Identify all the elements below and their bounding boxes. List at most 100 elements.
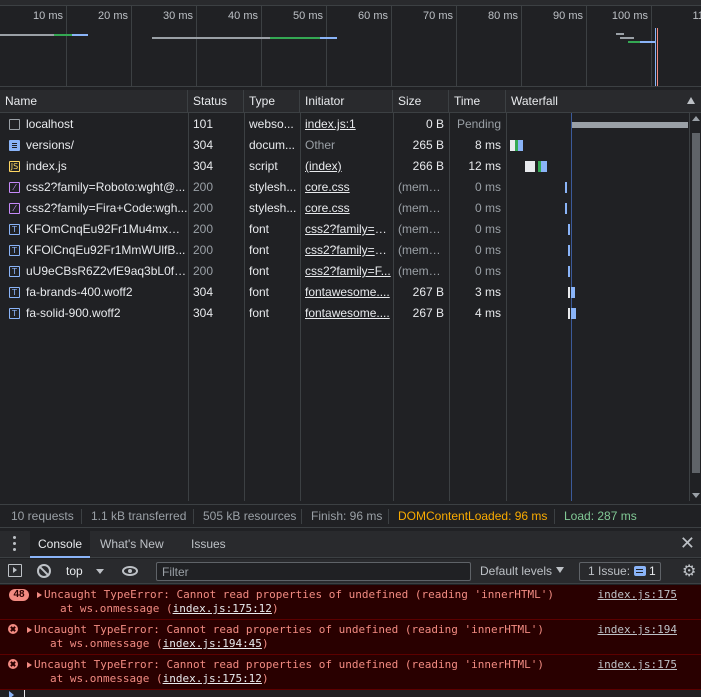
scroll-down-icon[interactable] bbox=[692, 493, 700, 498]
dcl-marker bbox=[655, 28, 656, 86]
initiator-link[interactable]: index.js:1 bbox=[300, 114, 393, 135]
request-time: 3 ms bbox=[474, 285, 501, 299]
col-header-initiator[interactable]: Initiator bbox=[300, 90, 393, 113]
console-error-message[interactable]: 48 Uncaught TypeError: Cannot read proper… bbox=[0, 585, 701, 620]
message-source-link[interactable]: index.js:194 bbox=[598, 623, 677, 637]
request-status: 200 bbox=[193, 222, 214, 236]
col-header-status[interactable]: Status bbox=[188, 90, 244, 113]
network-request-table[interactable]: Name Status Type Initiator Size Time Wat… bbox=[0, 90, 701, 501]
request-status: 304 bbox=[193, 138, 214, 152]
tab-whats-new[interactable]: What's New bbox=[92, 531, 172, 558]
console-error-message[interactable]: Uncaught TypeError: Cannot read properti… bbox=[0, 620, 701, 655]
table-row[interactable]: versions/304 docum... Other 265 B 8 ms bbox=[0, 135, 689, 156]
request-size: 267 B bbox=[412, 285, 444, 299]
overview-tick-label: 50 ms bbox=[293, 10, 323, 22]
initiator-link[interactable]: (index) bbox=[300, 156, 393, 177]
initiator-link[interactable]: fontawesome.... bbox=[300, 303, 393, 324]
overview-tick-label: 80 ms bbox=[488, 10, 518, 22]
waterfall-bar bbox=[568, 266, 570, 277]
sort-asc-icon bbox=[687, 97, 695, 104]
initiator-link[interactable]: css2?family=F... bbox=[300, 261, 393, 282]
request-name: uU9eCBsR6Z2vfE9aq3bL0fx... bbox=[26, 264, 188, 278]
divider bbox=[81, 509, 82, 524]
overview-tick-line bbox=[196, 6, 197, 86]
col-header-name[interactable]: Name bbox=[0, 90, 188, 113]
log-levels-dropdown[interactable]: Default levels bbox=[480, 559, 552, 583]
table-row[interactable]: ⁄ css2?family=Fira+Code:wgh... 200 stylesh.… bbox=[0, 198, 689, 219]
overview-top-strip bbox=[0, 0, 701, 6]
console-settings-gear-icon[interactable]: ⚙ bbox=[682, 562, 696, 580]
chevron-down-icon[interactable] bbox=[96, 569, 104, 574]
request-type: script bbox=[249, 159, 278, 173]
table-row[interactable]: Tfa-solid-900.woff2 304 font fontawesome...… bbox=[0, 303, 689, 324]
col-header-time[interactable]: Time bbox=[449, 90, 506, 113]
divider bbox=[193, 509, 194, 524]
more-tools-icon[interactable] bbox=[12, 536, 18, 553]
clear-console-icon[interactable] bbox=[37, 564, 51, 578]
initiator-link[interactable]: css2?family=R... bbox=[300, 240, 393, 261]
tab-console[interactable]: Console bbox=[30, 531, 91, 558]
console-toolbar: top Default levels 1 Issue: 1 ⚙ bbox=[0, 559, 701, 584]
error-icon bbox=[8, 659, 18, 669]
col-header-size[interactable]: Size bbox=[393, 90, 449, 113]
table-row[interactable]: localhost 101 webso... index.js:1 0 B Pending bbox=[0, 114, 689, 135]
context-selector[interactable]: top bbox=[66, 559, 83, 583]
filter-input[interactable] bbox=[157, 563, 470, 580]
request-time: Pending bbox=[456, 117, 501, 131]
request-size: (memo... bbox=[398, 264, 446, 278]
scrollbar-thumb[interactable] bbox=[692, 133, 700, 473]
request-name: KFOmCnqEu92Fr1Mu4mxK.... bbox=[26, 222, 188, 236]
waterfall-bar bbox=[525, 161, 535, 172]
scroll-up-icon[interactable] bbox=[692, 116, 700, 121]
show-sidebar-icon[interactable] bbox=[8, 564, 22, 577]
overview-bar bbox=[620, 37, 634, 39]
summary-finish: Finish: 96 ms bbox=[311, 509, 383, 523]
waterfall-bar bbox=[568, 224, 570, 235]
message-source-link[interactable]: index.js:175 bbox=[598, 658, 677, 672]
initiator-link[interactable]: fontawesome.... bbox=[300, 282, 393, 303]
console-prompt[interactable] bbox=[0, 690, 701, 697]
issues-button[interactable]: 1 Issue: 1 bbox=[579, 562, 661, 581]
live-expression-eye-icon[interactable] bbox=[122, 566, 138, 576]
summary-resources: 505 kB resources bbox=[203, 509, 297, 523]
request-time: 0 ms bbox=[474, 243, 501, 257]
initiator-link[interactable]: css2?family=R... bbox=[300, 219, 393, 240]
console-error-message[interactable]: Uncaught TypeError: Cannot read properti… bbox=[0, 655, 701, 690]
tab-issues[interactable]: Issues bbox=[183, 531, 234, 558]
expand-triangle-icon[interactable] bbox=[27, 627, 32, 633]
table-row[interactable]: Tfa-brands-400.woff2 304 font fontawesome..… bbox=[0, 282, 689, 303]
close-drawer-icon[interactable]: ✕ bbox=[680, 534, 695, 554]
table-row[interactable]: TuU9eCBsR6Z2vfE9aq3bL0fx... 200 font css2?f… bbox=[0, 261, 689, 282]
network-overview-timeline[interactable]: 10 ms 20 ms 30 ms 40 ms 50 ms 60 ms 70 ms 80 ms… bbox=[0, 0, 701, 87]
stack-location-link[interactable]: index.js:175:12 bbox=[163, 672, 262, 685]
request-status: 200 bbox=[193, 180, 214, 194]
request-name: fa-solid-900.woff2 bbox=[26, 306, 121, 320]
table-scrollbar[interactable] bbox=[689, 113, 701, 501]
initiator-link[interactable]: core.css bbox=[300, 198, 393, 219]
expand-triangle-icon[interactable] bbox=[27, 662, 32, 668]
overview-tick-line bbox=[391, 6, 392, 86]
overview-tick-line bbox=[586, 6, 587, 86]
initiator-link[interactable]: core.css bbox=[300, 177, 393, 198]
table-row[interactable]: T KFOlCnqEu92Fr1MmWUlfB... 200 font css2?fam… bbox=[0, 240, 689, 261]
summary-transferred: 1.1 kB transferred bbox=[91, 509, 187, 523]
table-row[interactable]: JS index.js 304 script (index) 266 B 12 ms bbox=[0, 156, 689, 177]
summary-dom-content-loaded: DOMContentLoaded: 96 ms bbox=[398, 509, 548, 523]
table-row[interactable]: ⁄ css2?family=Roboto:wght@... 200 stylesh..… bbox=[0, 177, 689, 198]
request-size: (memo... bbox=[398, 201, 446, 215]
request-name: index.js bbox=[26, 159, 67, 173]
chevron-down-icon[interactable] bbox=[556, 567, 564, 573]
console-filter-box[interactable] bbox=[156, 562, 471, 581]
stack-location-link[interactable]: index.js:175:12 bbox=[173, 602, 272, 615]
request-size: 267 B bbox=[412, 306, 444, 320]
overview-tick-line bbox=[261, 6, 262, 86]
stack-location-link[interactable]: index.js:194:45 bbox=[163, 637, 262, 650]
message-source-link[interactable]: index.js:175 bbox=[598, 588, 677, 602]
table-row[interactable]: T KFOmCnqEu92Fr1Mu4mxK.... 200 font css2?fam… bbox=[0, 219, 689, 240]
col-header-type[interactable]: Type bbox=[244, 90, 300, 113]
expand-triangle-icon[interactable] bbox=[37, 592, 42, 598]
request-type: font bbox=[249, 243, 270, 257]
request-name: css2?family=Roboto:wght@... bbox=[26, 180, 186, 194]
request-time: 0 ms bbox=[474, 264, 501, 278]
col-header-waterfall[interactable]: Waterfall bbox=[506, 90, 701, 113]
